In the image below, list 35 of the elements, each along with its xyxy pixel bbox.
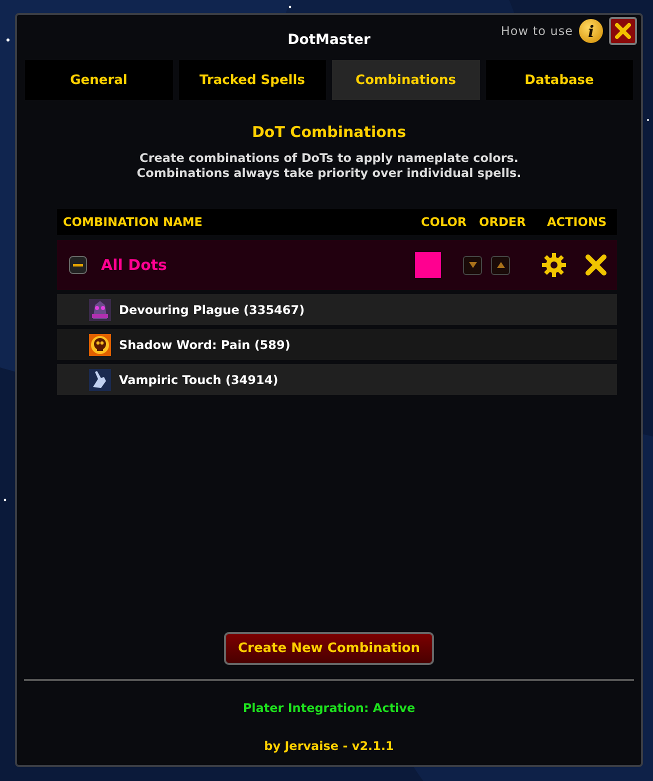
column-header: ORDER: [479, 215, 527, 229]
spell-icon: [89, 298, 111, 320]
skull-icon: [89, 334, 111, 356]
combination-name: All Dots: [101, 256, 168, 274]
tab[interactable]: Combinations: [332, 60, 480, 100]
create-combination-button[interactable]: Create New Combination: [224, 632, 434, 665]
column-header: COLOR: [421, 215, 468, 229]
section-description: Create combinations of DoTs to apply nameplate colors. Combinations always take priority over individual spells.: [136, 151, 522, 181]
delete-button[interactable]: [585, 254, 607, 276]
close-button[interactable]: [609, 17, 637, 45]
collapse-button[interactable]: [69, 256, 87, 274]
up-arrow-icon: [496, 261, 506, 269]
hand-icon: [89, 368, 111, 390]
spell-name: Shadow Word: Pain (589): [119, 338, 290, 352]
tab[interactable]: General: [25, 60, 172, 100]
down-arrow-icon: [468, 261, 478, 269]
info-button[interactable]: i: [579, 19, 603, 43]
settings-button[interactable]: [541, 252, 567, 278]
window-title: DotMaster: [286, 32, 372, 48]
gear-icon: [541, 252, 567, 278]
help-label: How to use: [500, 24, 573, 38]
column-header: ACTIONS: [547, 215, 608, 229]
column-header: COMBINATION NAME: [63, 215, 204, 229]
cross-icon: [585, 254, 607, 276]
move-up-button[interactable]: [491, 256, 510, 274]
move-down-button[interactable]: [463, 256, 482, 274]
version-credit: by Jervaise - v2.1.1: [263, 739, 395, 753]
tab[interactable]: Tracked Spells: [178, 60, 326, 100]
tab[interactable]: Database: [486, 60, 633, 100]
spell-name: Vampiric Touch (34914): [119, 372, 278, 386]
integration-status: Plater Integration: Active: [242, 701, 416, 715]
close-icon: [614, 22, 632, 40]
color-swatch[interactable]: [415, 252, 441, 278]
spell-name: Devouring Plague (335467): [119, 302, 305, 316]
section-title: DoT Combinations: [250, 123, 408, 141]
